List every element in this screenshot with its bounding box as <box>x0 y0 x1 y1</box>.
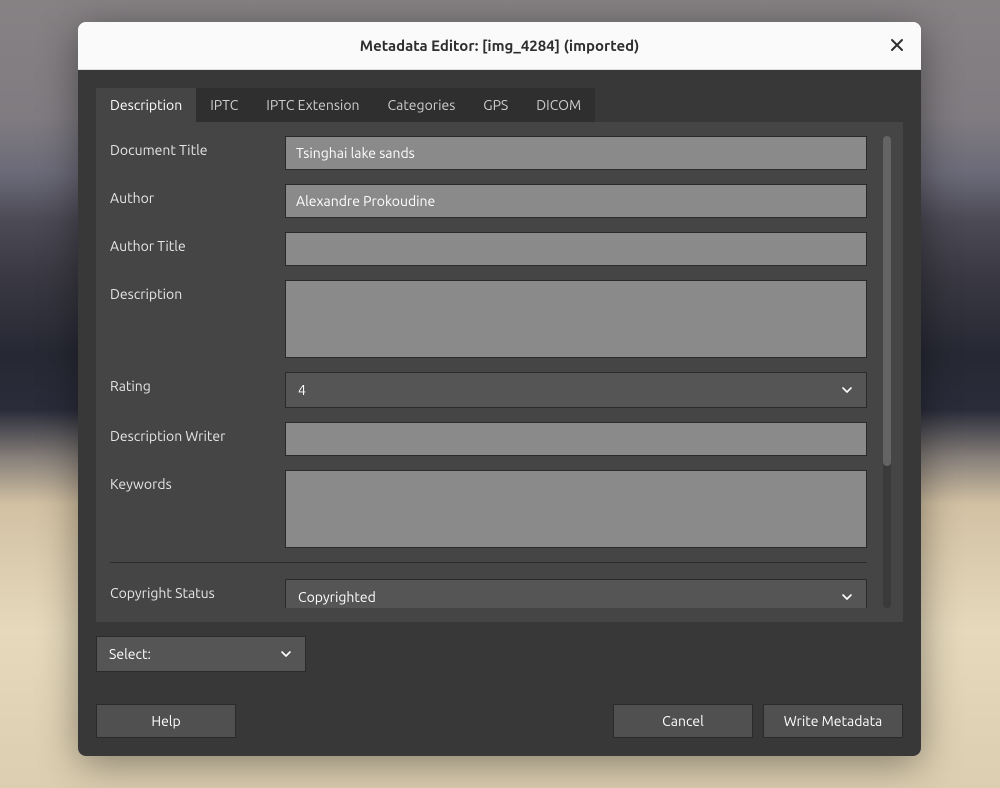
bottom-select[interactable]: Select: <box>96 636 306 672</box>
copyright-status-select[interactable]: Copyrighted <box>285 579 867 608</box>
rating-value: 4 <box>298 382 306 398</box>
description-input[interactable] <box>285 280 867 358</box>
tab-description[interactable]: Description <box>96 88 196 122</box>
tab-categories[interactable]: Categories <box>374 88 470 122</box>
author-title-input[interactable] <box>285 232 867 266</box>
window-title: Metadata Editor: [img_4284] (imported) <box>78 37 921 54</box>
copyright-status-value: Copyrighted <box>298 589 376 605</box>
write-metadata-button[interactable]: Write Metadata <box>763 704 903 738</box>
row-description-writer: Description Writer <box>110 422 867 456</box>
label-keywords: Keywords <box>110 470 285 492</box>
help-button[interactable]: Help <box>96 704 236 738</box>
rating-select[interactable]: 4 <box>285 372 867 408</box>
row-description: Description <box>110 280 867 358</box>
label-copyright-status: Copyright Status <box>110 579 285 601</box>
row-copyright-status: Copyright Status Copyrighted <box>110 579 867 608</box>
bottom-select-label: Select: <box>109 646 151 662</box>
close-icon <box>890 36 904 56</box>
author-input[interactable] <box>285 184 867 218</box>
label-author: Author <box>110 184 285 206</box>
label-description: Description <box>110 280 285 302</box>
keywords-input[interactable] <box>285 470 867 548</box>
button-row: Help Cancel Write Metadata <box>96 684 903 738</box>
cancel-button[interactable]: Cancel <box>613 704 753 738</box>
tabs: Description IPTC IPTC Extension Categori… <box>96 88 903 122</box>
label-document-title: Document Title <box>110 136 285 158</box>
dialog-body: Description IPTC IPTC Extension Categori… <box>78 70 921 756</box>
label-rating: Rating <box>110 372 285 394</box>
tab-dicom[interactable]: DICOM <box>522 88 595 122</box>
row-author-title: Author Title <box>110 232 867 266</box>
description-writer-input[interactable] <box>285 422 867 456</box>
document-title-input[interactable] <box>285 136 867 170</box>
chevron-down-icon <box>279 647 293 661</box>
label-author-title: Author Title <box>110 232 285 254</box>
chevron-down-icon <box>840 383 854 397</box>
metadata-editor-dialog: Metadata Editor: [img_4284] (imported) D… <box>78 22 921 756</box>
form-area: Document Title Author Author Title Descr… <box>96 122 903 622</box>
divider <box>110 562 867 563</box>
scrollbar[interactable] <box>883 136 891 608</box>
label-description-writer: Description Writer <box>110 422 285 444</box>
close-button[interactable] <box>885 34 909 58</box>
scrollbar-thumb[interactable] <box>883 136 891 466</box>
row-author: Author <box>110 184 867 218</box>
row-keywords: Keywords <box>110 470 867 548</box>
tab-gps[interactable]: GPS <box>469 88 522 122</box>
tab-iptc-extension[interactable]: IPTC Extension <box>252 88 373 122</box>
row-rating: Rating 4 <box>110 372 867 408</box>
row-document-title: Document Title <box>110 136 867 170</box>
chevron-down-icon <box>840 590 854 604</box>
tab-iptc[interactable]: IPTC <box>196 88 252 122</box>
bottom-controls: Select: <box>96 636 903 672</box>
titlebar: Metadata Editor: [img_4284] (imported) <box>78 22 921 70</box>
